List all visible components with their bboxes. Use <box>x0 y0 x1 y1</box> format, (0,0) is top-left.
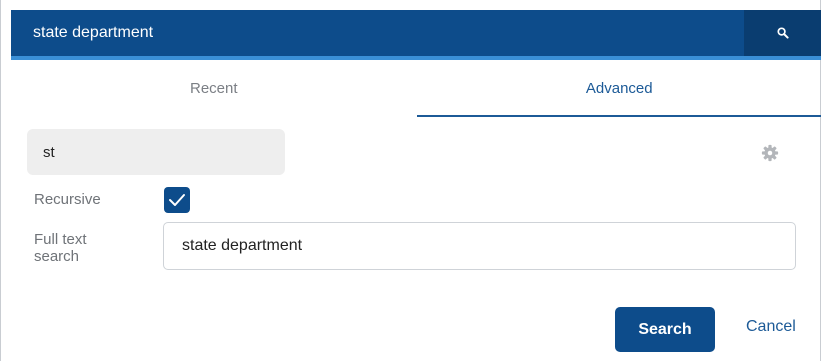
recursive-checkbox[interactable] <box>164 187 190 213</box>
search-bar <box>11 10 821 56</box>
recursive-label: Recursive <box>34 191 101 208</box>
location-chip-label: st <box>43 143 55 161</box>
gear-icon[interactable] <box>761 144 779 162</box>
search-panel: Recent Advanced st Recursive Full text s… <box>0 0 821 361</box>
cancel-button[interactable]: Cancel <box>746 318 796 336</box>
tab-recent[interactable]: Recent <box>11 60 417 117</box>
checkmark-icon <box>169 194 185 206</box>
fulltext-search-input[interactable] <box>163 222 796 270</box>
location-chip[interactable]: st <box>27 129 285 175</box>
tab-advanced[interactable]: Advanced <box>416 60 821 117</box>
fulltext-label: Full text search <box>34 231 87 265</box>
search-icon <box>777 27 789 39</box>
search-bar-input[interactable] <box>11 10 744 56</box>
search-button[interactable]: Search <box>615 307 715 352</box>
search-tabs: Recent Advanced <box>11 60 821 117</box>
search-bar-button[interactable] <box>744 10 821 56</box>
